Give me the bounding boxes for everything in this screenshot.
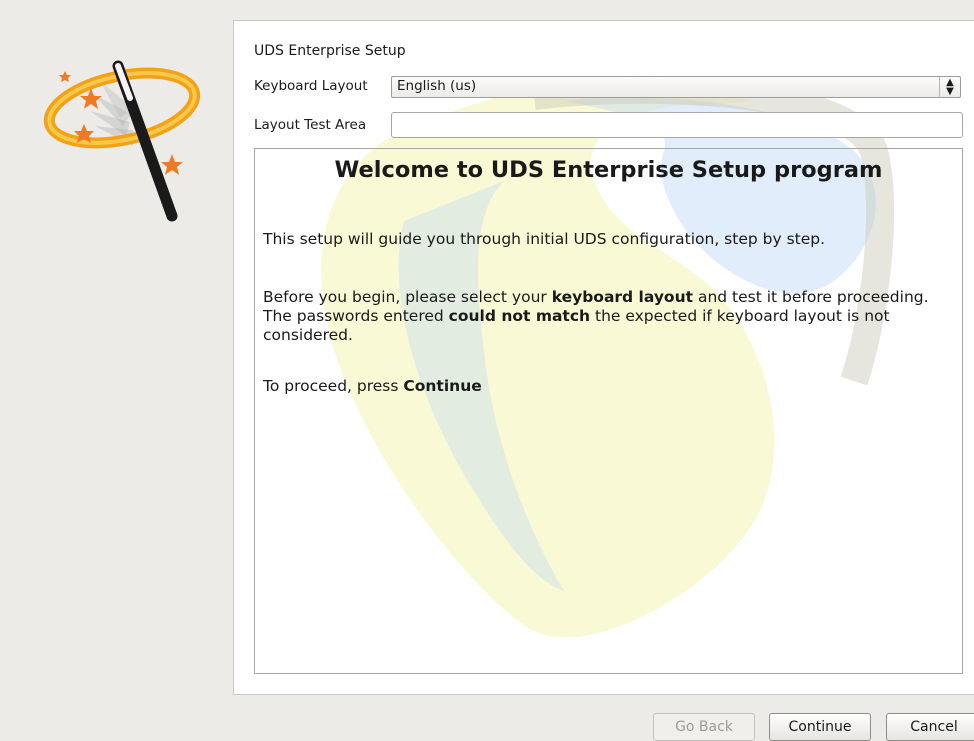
keyboard-layout-label: Keyboard Layout [254, 78, 368, 94]
layout-test-label: Layout Test Area [254, 117, 367, 133]
setup-panel: UDS Enterprise Setup Keyboard Layout Eng… [233, 20, 974, 695]
keyboard-layout-value: English (us) [397, 78, 477, 94]
keyboard-notice-paragraph: Before you begin, please select your key… [263, 288, 929, 344]
keyboard-layout-select[interactable]: English (us) ▲ ▼ [391, 76, 961, 98]
welcome-text-area: Welcome to UDS Enterprise Setup program … [254, 148, 963, 674]
layout-test-input[interactable] [391, 112, 963, 138]
intro-paragraph: This setup will guide you through initia… [263, 230, 826, 248]
magic-wand-icon [43, 60, 201, 222]
welcome-title: Welcome to UDS Enterprise Setup program [334, 157, 883, 183]
up-down-arrows-icon[interactable]: ▲ ▼ [939, 77, 960, 98]
proceed-paragraph: To proceed, press Continue [263, 377, 482, 395]
cancel-button[interactable]: Cancel [886, 713, 974, 741]
go-back-button[interactable]: Go Back [653, 713, 755, 741]
setup-title: UDS Enterprise Setup [254, 43, 406, 59]
continue-button[interactable]: Continue [769, 713, 871, 741]
